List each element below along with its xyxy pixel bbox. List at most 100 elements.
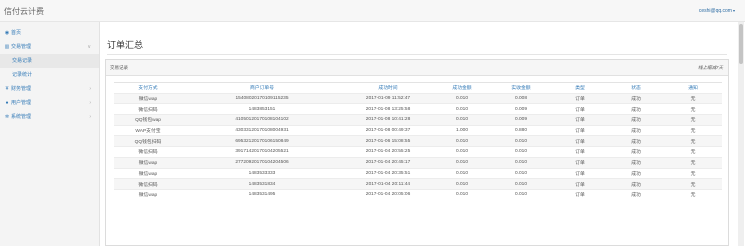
table-row[interactable]: WAP支付宝 4303312017010800493​1 2017-01-08 … bbox=[114, 124, 722, 136]
cell-notify: 无 bbox=[664, 188, 722, 201]
cell-status: 成功 bbox=[608, 178, 664, 190]
table-row[interactable]: 微信wap 1483533333 2017-01-04 20:35:51 0.0… bbox=[114, 167, 722, 179]
scrollbar-thumb[interactable] bbox=[739, 24, 743, 64]
cell-type: 订单 bbox=[552, 124, 608, 136]
column-header[interactable]: 通知 bbox=[664, 82, 722, 94]
sidebar-subitem-transaction-records[interactable]: 交易记录 bbox=[0, 54, 99, 68]
sidebar-item-home[interactable]: ◉ 首页 bbox=[0, 26, 99, 40]
orders-panel: 交易记录 线上缩减7天 支付方式 商户订单号 成功时间 成功金额 实收金额 类型… bbox=[105, 59, 729, 246]
sidebar: ◉ 首页 ▥ 交易管理 ∨ 交易记录 记录统计 ¥ 财务管理 › ● 用户管理 › ✲ 系… bbox=[0, 22, 100, 246]
sidebar-item-transactions[interactable]: ▥ 交易管理 ∨ bbox=[0, 40, 99, 54]
cell-success-amount: 0.010 bbox=[434, 156, 490, 168]
title-divider bbox=[107, 54, 727, 55]
sidebar-item-label: 系统管理 bbox=[11, 114, 32, 120]
cell-pay-method: QQ钱包扫码 bbox=[114, 135, 182, 147]
panel-filter-link[interactable]: 线上缩减7天 bbox=[698, 65, 723, 71]
cell-type: 订单 bbox=[552, 103, 608, 115]
user-icon: ● bbox=[5, 100, 9, 106]
cell-success-amount: 0.010 bbox=[434, 92, 490, 104]
cell-success-time: 2017-01-04 20:55:25 bbox=[342, 146, 434, 158]
top-navbar: 信付云计费 ceshi@qq.com▾ bbox=[0, 0, 745, 22]
cell-notify: 无 bbox=[664, 146, 722, 158]
brand-logo-text[interactable]: 信付云计费 bbox=[4, 6, 44, 17]
cell-received-amount: 0.009 bbox=[490, 103, 552, 115]
table-row[interactable]: 微信扫码 3917142017010420552​1 2017-01-04 20… bbox=[114, 146, 722, 158]
column-header[interactable]: 支付方式 bbox=[114, 82, 182, 94]
cell-order-id: 4105012017010810410​2 bbox=[182, 114, 342, 126]
user-email[interactable]: ceshi@qq.com bbox=[699, 8, 732, 14]
sidebar-item-users[interactable]: ● 用户管理 › bbox=[0, 96, 99, 110]
sidebar-item-system[interactable]: ✲ 系统管理 › bbox=[0, 110, 99, 124]
column-header[interactable]: 成功时间 bbox=[342, 82, 434, 94]
column-header[interactable]: 成功金额 bbox=[434, 82, 490, 94]
cell-received-amount: 0.010 bbox=[490, 156, 552, 168]
sidebar-subitem-record-statistics[interactable]: 记录统计 bbox=[0, 68, 99, 82]
column-header[interactable]: 实收金额 bbox=[490, 82, 552, 94]
cell-status: 成功 bbox=[608, 135, 664, 147]
chevron-right-icon: › bbox=[89, 86, 91, 92]
sidebar-item-finance[interactable]: ¥ 财务管理 › bbox=[0, 82, 99, 96]
cell-success-time: 2017-01-09 11:52:47 bbox=[342, 92, 434, 104]
main-content: 订单汇总 交易记录 线上缩减7天 支付方式 商户订单号 成功时间 成功金额 实收… bbox=[101, 22, 735, 246]
table-row[interactable]: 微信wap 1483531495 2017-01-04 20:05:06 0.0… bbox=[114, 188, 722, 201]
cell-success-time: 2017-01-04 20:35:51 bbox=[342, 167, 434, 179]
user-account-menu[interactable]: ceshi@qq.com▾ bbox=[699, 8, 735, 14]
cell-status: 成功 bbox=[608, 156, 664, 168]
chevron-down-icon: ∨ bbox=[87, 44, 91, 50]
cell-pay-method: 微信扫码 bbox=[114, 103, 182, 115]
orders-table: 支付方式 商户订单号 成功时间 成功金额 实收金额 类型 状态 通知 微信wap… bbox=[114, 82, 722, 201]
table-row[interactable]: QQ钱包扫码 6953212017010615084​9 2017-01-06 … bbox=[114, 135, 722, 147]
cell-type: 订单 bbox=[552, 178, 608, 190]
cell-status: 成功 bbox=[608, 124, 664, 136]
cell-received-amount: 0.010 bbox=[490, 146, 552, 158]
cell-success-time: 2017-01-08 10:41:28 bbox=[342, 114, 434, 126]
cell-type: 订单 bbox=[552, 114, 608, 126]
page-scrollbar[interactable] bbox=[738, 22, 744, 246]
cell-notify: 无 bbox=[664, 156, 722, 168]
cell-received-amount: 0.008 bbox=[490, 92, 552, 104]
cell-order-id: 1483853151 bbox=[182, 103, 342, 115]
gears-icon: ✲ bbox=[4, 114, 10, 120]
cell-status: 成功 bbox=[608, 167, 664, 179]
cell-success-time: 2017-01-04 20:05:06 bbox=[342, 188, 434, 201]
cell-notify: 无 bbox=[664, 124, 722, 136]
cell-notify: 无 bbox=[664, 103, 722, 115]
column-header[interactable]: 类型 bbox=[552, 82, 608, 94]
cell-notify: 无 bbox=[664, 178, 722, 190]
cell-success-amount: 1.000 bbox=[434, 124, 490, 136]
sidebar-item-label: 首页 bbox=[11, 30, 22, 36]
table-row[interactable]: 微信扫码 1483853151 2017-01-08 13:25:58 0.01… bbox=[114, 103, 722, 115]
table-header-row: 支付方式 商户订单号 成功时间 成功金额 实收金额 类型 状态 通知 bbox=[114, 82, 722, 94]
cell-status: 成功 bbox=[608, 188, 664, 201]
cell-order-id: 3917142017010420552​1 bbox=[182, 146, 342, 158]
cell-success-amount: 0.010 bbox=[434, 188, 490, 201]
cell-received-amount: 0.880 bbox=[490, 124, 552, 136]
caret-down-icon[interactable]: ▾ bbox=[733, 8, 735, 13]
column-header[interactable]: 状态 bbox=[608, 82, 664, 94]
cell-type: 订单 bbox=[552, 156, 608, 168]
chevron-right-icon: › bbox=[89, 100, 91, 106]
sidebar-item-label: 财务管理 bbox=[11, 86, 32, 92]
table-row[interactable]: 微信wap 2772092017010420450​6 2017-01-04 2… bbox=[114, 156, 722, 168]
table-row[interactable]: 微信扫码 1483531834 2017-01-04 20:11:44 0.01… bbox=[114, 178, 722, 190]
cell-type: 订单 bbox=[552, 167, 608, 179]
cell-success-amount: 0.010 bbox=[434, 135, 490, 147]
dashboard-icon: ◉ bbox=[4, 30, 10, 36]
panel-header: 交易记录 线上缩减7天 bbox=[106, 60, 728, 76]
cell-type: 订单 bbox=[552, 92, 608, 104]
cell-success-time: 2017-01-04 20:11:44 bbox=[342, 178, 434, 190]
cell-order-id: 6953212017010615084​9 bbox=[182, 135, 342, 147]
cell-received-amount: 0.010 bbox=[490, 167, 552, 179]
cell-success-amount: 0.010 bbox=[434, 167, 490, 179]
cell-success-time: 2017-01-08 13:25:58 bbox=[342, 103, 434, 115]
column-header[interactable]: 商户订单号 bbox=[182, 82, 342, 94]
cell-type: 订单 bbox=[552, 146, 608, 158]
bar-chart-icon: ▥ bbox=[4, 44, 10, 50]
cell-success-amount: 0.010 bbox=[434, 178, 490, 190]
sidebar-item-label: 用户管理 bbox=[11, 100, 32, 106]
table-row[interactable]: QQ钱包wap 4105012017010810410​2 2017-01-08… bbox=[114, 114, 722, 126]
cell-order-id: 1483531495 bbox=[182, 188, 342, 201]
cell-pay-method: 微信wap bbox=[114, 156, 182, 168]
page-title: 订单汇总 bbox=[107, 40, 144, 50]
table-row[interactable]: 微信wap 1540802017010911523​5 2017-01-09 1… bbox=[114, 92, 722, 104]
